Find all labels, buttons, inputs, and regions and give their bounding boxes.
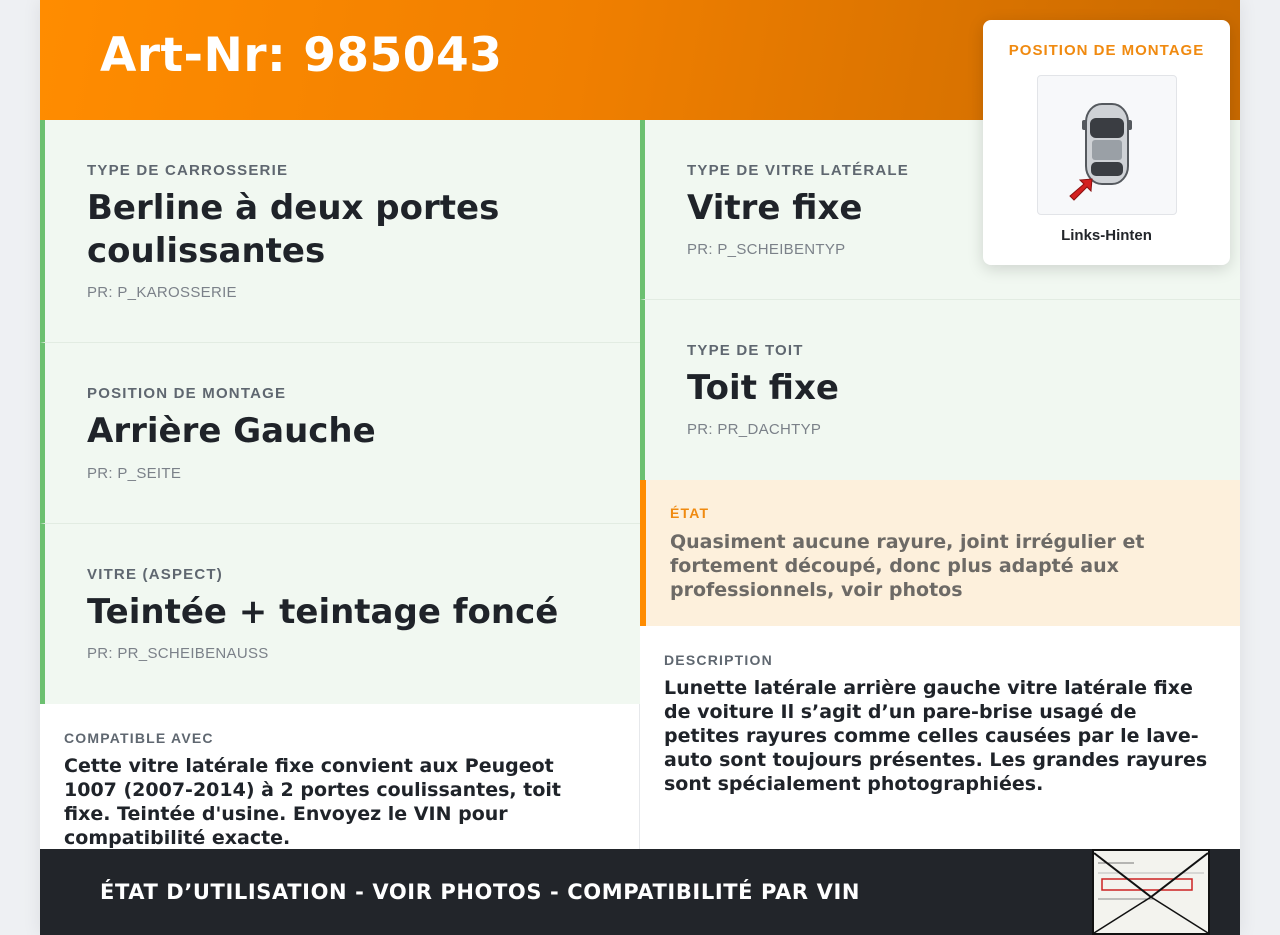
condition-panel: ÉTAT Quasiment aucune rayure, joint irré…: [640, 480, 1240, 626]
cell-roof-type: TYPE DE TOIT Toit fixe PR: PR_DACHTYP: [640, 300, 1240, 480]
vehicle-document-stamp-icon: [1092, 849, 1210, 935]
mount-position-card: POSITION DE MONTAGE Links-Hinten: [983, 20, 1230, 265]
description-label: DESCRIPTION: [664, 652, 773, 668]
cell-value: Arrière Gauche: [87, 411, 376, 451]
cell-label: VITRE (ASPECT): [87, 566, 223, 583]
compatibility-section: COMPATIBLE AVEC Cette vitre latérale fix…: [40, 704, 640, 849]
cell-pr-code: PR: PR_DACHTYP: [687, 421, 822, 438]
cell-label: TYPE DE TOIT: [687, 342, 804, 359]
cell-mount-position: POSITION DE MONTAGE Arrière Gauche PR: P…: [40, 343, 640, 524]
description-text: Lunette latérale arrière gauche vitre la…: [664, 677, 1208, 795]
cell-value: Teintée + teintage foncé: [87, 592, 559, 632]
cell-value: Toit fixe: [687, 368, 839, 408]
cell-pr-code: PR: P_SCHEIBENTYP: [687, 241, 846, 258]
cell-label: TYPE DE VITRE LATÉRALE: [687, 162, 909, 179]
cell-pr-code: PR: P_KAROSSERIE: [87, 284, 237, 301]
article-number-title: Art-Nr: 985043: [100, 28, 503, 83]
cell-glass-aspect: VITRE (ASPECT) Teintée + teintage foncé …: [40, 524, 640, 704]
footer-tagline: ÉTAT D’UTILISATION - VOIR PHOTOS - COMPA…: [100, 880, 861, 904]
cell-label: POSITION DE MONTAGE: [87, 385, 287, 402]
compatibility-label: COMPATIBLE AVEC: [64, 730, 214, 746]
cell-value: Berline à deux portes coulissantes: [87, 188, 500, 271]
car-top-view-icon: [1037, 75, 1177, 215]
cell-pr-code: PR: P_SEITE: [87, 465, 182, 482]
cell-label: TYPE DE CARROSSERIE: [87, 162, 289, 179]
mount-card-label: POSITION DE MONTAGE: [1008, 42, 1205, 59]
description-section: DESCRIPTION Lunette latérale arrière gau…: [640, 626, 1240, 849]
condition-text: Quasiment aucune rayure, joint irrégulie…: [670, 531, 1145, 601]
cell-pr-code: PR: PR_SCHEIBENAUSS: [87, 645, 269, 662]
condition-label: ÉTAT: [670, 505, 710, 521]
footer-bar: ÉTAT D’UTILISATION - VOIR PHOTOS - COMPA…: [40, 849, 1240, 935]
cell-body-type: TYPE DE CARROSSERIE Berline à deux porte…: [40, 120, 640, 343]
mount-card-caption: Links-Hinten: [1061, 227, 1152, 244]
compatibility-text: Cette vitre latérale fixe convient aux P…: [64, 755, 561, 849]
